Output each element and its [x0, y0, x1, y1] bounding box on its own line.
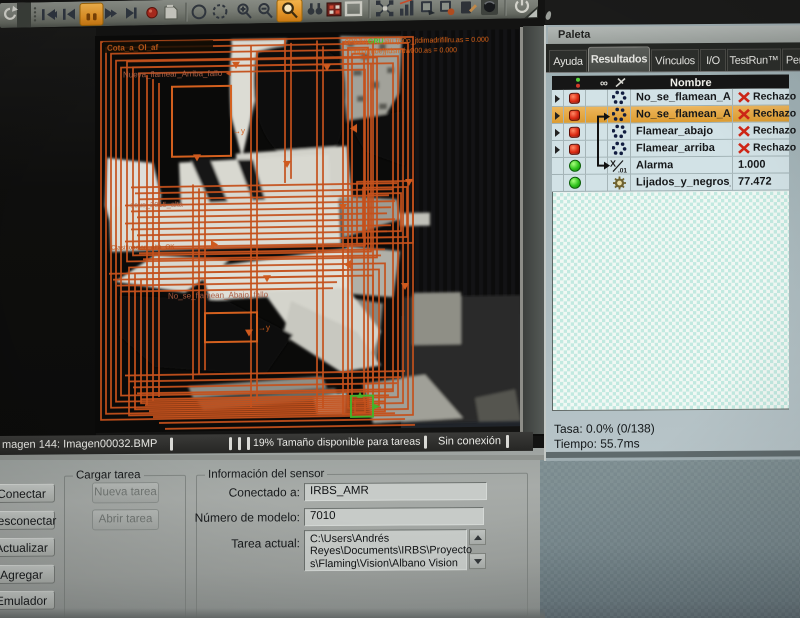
svg-text:X: X: [610, 159, 616, 169]
svg-text:→y: →y: [233, 127, 245, 136]
svg-text:No_se_flamean_Abajo_fallo: No_se_flamean_Abajo_fallo: [168, 290, 269, 301]
svg-text:Clasificacion_alta_OK: Clasificacion_alta_OK: [111, 244, 175, 252]
svg-text:.01: .01: [618, 167, 627, 173]
svg-text:Cota_a_OI_af: Cota_a_OI_af: [107, 43, 158, 53]
svg-text:∞: ∞: [600, 78, 608, 90]
svg-text:ocus_2015_alta: ocus_2015_alta: [130, 200, 184, 210]
svg-text:→y: →y: [258, 323, 270, 332]
svg-text:Nueva_flamear_Arriba_fallo ◄: Nueva_flamear_Arriba_fallo ◄: [123, 69, 232, 80]
svg-text:Nombre: Nombre: [670, 77, 712, 89]
